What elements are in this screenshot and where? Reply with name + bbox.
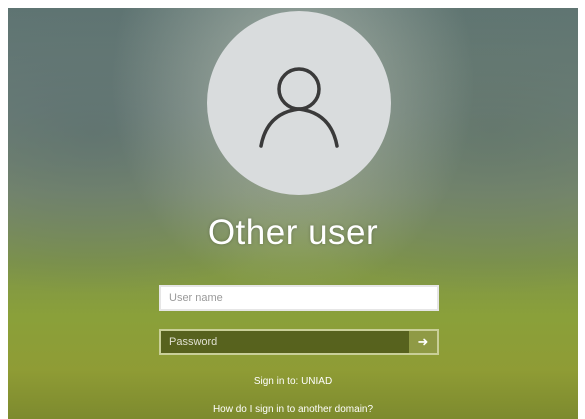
username-input[interactable] [159,285,439,311]
arrow-right-icon: ➜ [417,334,429,349]
person-outline-icon [259,67,339,148]
password-input[interactable] [161,331,409,353]
user-avatar [207,11,391,195]
submit-button[interactable]: ➜ [409,331,437,353]
sign-in-domain-text: Sign in to: UNIAD [253,376,333,387]
lock-screen: Other user ➜ Sign in to: UNIAD How do I … [8,8,578,419]
user-name-title: Other user [207,213,379,252]
another-domain-link[interactable]: How do I sign in to another domain? [8,404,578,415]
password-field-group: ➜ [159,329,439,355]
